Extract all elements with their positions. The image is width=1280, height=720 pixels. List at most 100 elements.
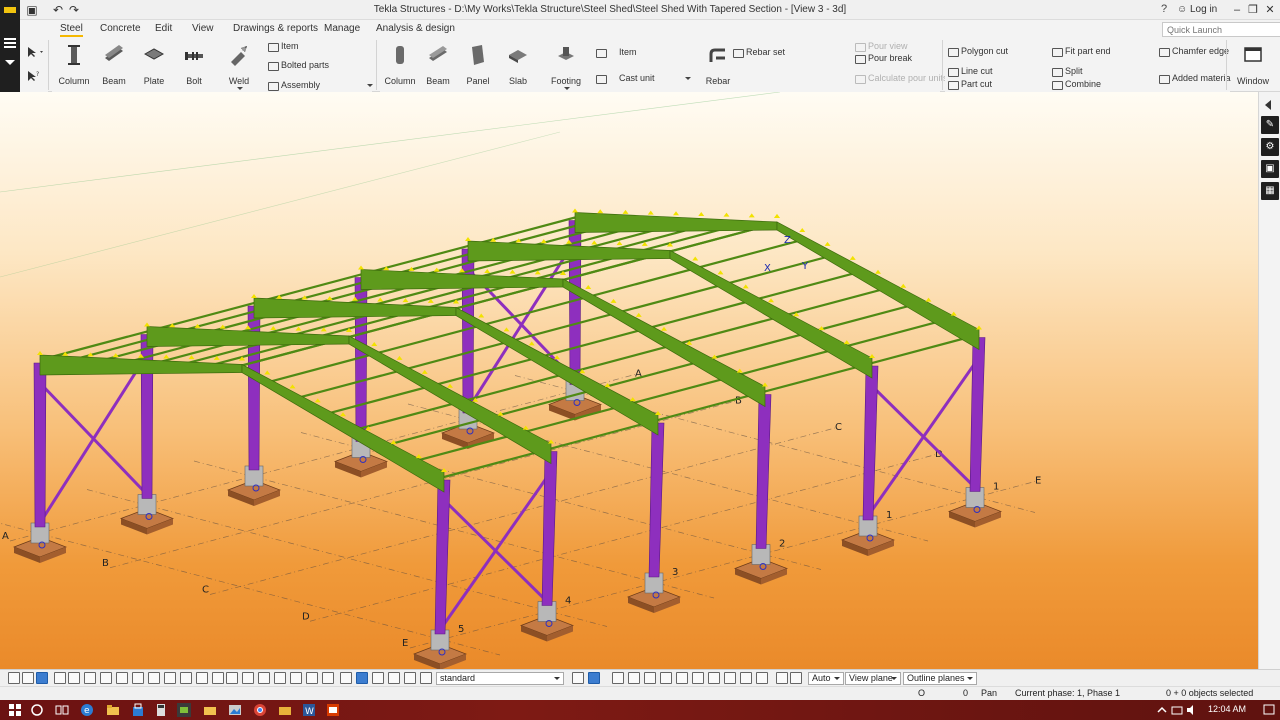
snap-toggle-icon[interactable] bbox=[180, 672, 192, 684]
select-arrow-icon[interactable] bbox=[26, 46, 44, 58]
video-editor-icon[interactable] bbox=[326, 703, 340, 717]
snap-toggle-icon[interactable] bbox=[226, 672, 238, 684]
polygon-cut-button[interactable]: Polygon cut bbox=[947, 45, 1008, 58]
quick-launch-input[interactable] bbox=[1162, 22, 1280, 37]
snap-toggle-icon[interactable] bbox=[54, 672, 66, 684]
snap-toggle-icon[interactable] bbox=[22, 672, 34, 684]
folder-icon-2[interactable] bbox=[278, 703, 292, 717]
tekla-logo-icon[interactable] bbox=[0, 0, 20, 20]
image-viewer-icon[interactable] bbox=[228, 703, 242, 717]
snap-toggle-icon[interactable] bbox=[628, 672, 640, 684]
chrome-icon[interactable] bbox=[253, 703, 267, 717]
applications-components-icon[interactable]: ▦ bbox=[1261, 182, 1279, 200]
snap-toggle-icon[interactable] bbox=[212, 672, 224, 684]
edge-browser-icon[interactable]: e bbox=[80, 703, 94, 717]
property-pane-icon[interactable]: ✎ bbox=[1261, 116, 1279, 134]
weld-button[interactable]: Weld bbox=[219, 38, 259, 90]
snap-toggle-icon[interactable] bbox=[660, 672, 672, 684]
tab-drawings-reports[interactable]: Drawings & reports bbox=[233, 23, 318, 34]
selection-filter-select[interactable]: standard bbox=[436, 672, 564, 685]
view-plane-select[interactable]: View plane bbox=[845, 672, 901, 685]
snap-toggle-icon[interactable] bbox=[756, 672, 768, 684]
calculator-icon[interactable] bbox=[154, 703, 168, 717]
bolted-parts-button[interactable]: Bolted parts bbox=[267, 59, 329, 72]
snap-toggle-icon[interactable] bbox=[644, 672, 656, 684]
line-cut-button[interactable]: Line cut bbox=[947, 65, 993, 78]
catalog-cube-icon[interactable]: ▣ bbox=[1261, 160, 1279, 178]
snap-toggle-icon[interactable] bbox=[388, 672, 400, 684]
snap-toggle-icon[interactable] bbox=[116, 672, 128, 684]
tab-edit[interactable]: Edit bbox=[155, 23, 172, 34]
folder-icon[interactable] bbox=[203, 703, 217, 717]
snap-toggle-icon[interactable] bbox=[776, 672, 788, 684]
assembly-button[interactable]: Assembly bbox=[267, 79, 320, 92]
snap-toggle-icon[interactable] bbox=[274, 672, 286, 684]
snap-toggle-icon[interactable] bbox=[148, 672, 160, 684]
settings-gear-icon[interactable]: ⚙ bbox=[1261, 138, 1279, 156]
login-link[interactable]: ☺ Log in bbox=[1177, 4, 1217, 15]
tab-analysis-design[interactable]: Analysis & design bbox=[376, 23, 455, 34]
snap-toggle-icon[interactable] bbox=[420, 672, 432, 684]
snap-toggle-icon[interactable] bbox=[36, 672, 48, 684]
snap-toggle-icon[interactable] bbox=[676, 672, 688, 684]
chevron-down-icon[interactable] bbox=[685, 77, 691, 80]
restore-icon[interactable]: ❐ bbox=[1246, 2, 1260, 18]
tab-steel[interactable]: Steel bbox=[60, 23, 83, 37]
chevron-up-icon[interactable] bbox=[1155, 703, 1169, 717]
save-icon[interactable]: ▣ bbox=[24, 2, 40, 18]
calculate-pour-units-button[interactable]: Calculate pour units bbox=[854, 72, 948, 85]
snap-toggle-icon[interactable] bbox=[100, 672, 112, 684]
steel-shed-model[interactable]: AABBCCDDEE112345ZX Y bbox=[0, 92, 1258, 669]
rebar-set-button[interactable]: Rebar set bbox=[732, 46, 785, 59]
snap-toggle-icon[interactable] bbox=[356, 672, 368, 684]
snap-toggle-icon[interactable] bbox=[708, 672, 720, 684]
store-icon[interactable] bbox=[131, 703, 145, 717]
steel-item-button[interactable]: Item bbox=[267, 40, 299, 53]
chamfer-edge-button[interactable]: Chamfer edge bbox=[1158, 45, 1229, 58]
snap-toggle-icon[interactable] bbox=[692, 672, 704, 684]
snap-toggle-icon[interactable] bbox=[258, 672, 270, 684]
slab-button[interactable]: Slab bbox=[498, 38, 538, 90]
snap-toggle-icon[interactable] bbox=[790, 672, 802, 684]
snap-toggle-icon[interactable] bbox=[8, 672, 20, 684]
file-menu-strip[interactable] bbox=[0, 20, 20, 92]
outline-planes-select[interactable]: Outline planes bbox=[903, 672, 977, 685]
snap-toggle-icon[interactable] bbox=[290, 672, 302, 684]
cast-unit-button[interactable]: Cast unit bbox=[595, 72, 655, 85]
snap-toggle-icon[interactable] bbox=[612, 672, 624, 684]
snap-toggle-icon[interactable] bbox=[372, 672, 384, 684]
chevron-down-icon[interactable] bbox=[5, 60, 15, 65]
snap-toggle-icon[interactable] bbox=[322, 672, 334, 684]
snap-toggle-icon[interactable] bbox=[132, 672, 144, 684]
fit-part-end-button[interactable]: Fit part end bbox=[1051, 45, 1111, 58]
snap-toggle-icon[interactable] bbox=[740, 672, 752, 684]
chevron-left-icon[interactable] bbox=[1265, 100, 1271, 110]
snap-toggle-icon[interactable] bbox=[404, 672, 416, 684]
snap-toggle-icon[interactable] bbox=[306, 672, 318, 684]
windows-start-icon[interactable] bbox=[8, 703, 22, 717]
snap-toggle-icon[interactable] bbox=[68, 672, 80, 684]
combine-button[interactable]: Combine bbox=[1051, 78, 1101, 91]
volume-icon[interactable] bbox=[1185, 703, 1199, 717]
added-material-button[interactable]: Added materia bbox=[1158, 72, 1231, 85]
snap-toggle-icon[interactable] bbox=[164, 672, 176, 684]
network-icon[interactable] bbox=[1170, 703, 1184, 717]
snap-toggle-icon[interactable] bbox=[572, 672, 584, 684]
chevron-down-icon[interactable] bbox=[367, 84, 373, 87]
snap-switch-icon[interactable]: ? bbox=[26, 70, 44, 82]
window-button[interactable]: Window bbox=[1233, 38, 1273, 90]
concrete-item-button[interactable]: Item bbox=[595, 46, 637, 59]
tab-manage[interactable]: Manage bbox=[324, 23, 360, 34]
hamburger-menu-icon[interactable] bbox=[4, 38, 16, 48]
tab-view[interactable]: View bbox=[192, 23, 214, 34]
close-icon[interactable]: ✕ bbox=[1263, 2, 1277, 18]
snap-toggle-icon[interactable] bbox=[588, 672, 600, 684]
undo-icon[interactable]: ↶ bbox=[50, 2, 66, 18]
tekla-taskbar-icon[interactable] bbox=[177, 703, 191, 717]
footing-button[interactable]: Footing bbox=[546, 38, 586, 90]
redo-icon[interactable]: ↷ bbox=[66, 2, 82, 18]
snap-toggle-icon[interactable] bbox=[724, 672, 736, 684]
file-explorer-icon[interactable] bbox=[106, 703, 120, 717]
snap-toggle-icon[interactable] bbox=[196, 672, 208, 684]
snap-toggle-icon[interactable] bbox=[340, 672, 352, 684]
